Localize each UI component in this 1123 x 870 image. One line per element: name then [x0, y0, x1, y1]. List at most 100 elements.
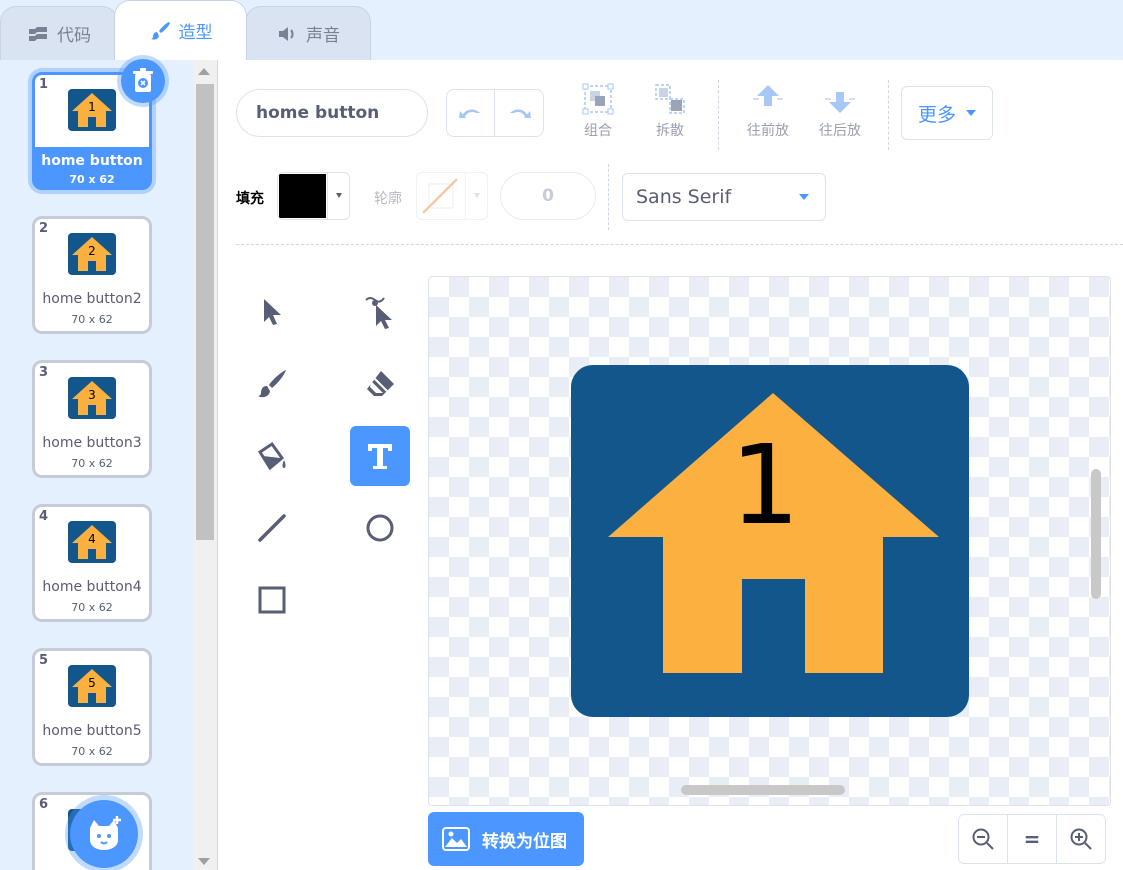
outline-dropdown[interactable] [465, 173, 487, 219]
costume-name: home button3 [42, 435, 142, 451]
costume-number: 2 [39, 221, 49, 236]
more-button[interactable]: 更多 [901, 86, 993, 140]
fill-tool[interactable] [242, 426, 302, 486]
drawing-canvas[interactable]: 1 [428, 276, 1111, 806]
home-thumbnail-icon: 5 [68, 665, 116, 707]
group-button[interactable]: 组合 [568, 82, 628, 146]
line-tool[interactable] [242, 498, 302, 558]
arrow-down-icon [825, 92, 855, 113]
svg-text:5: 5 [88, 676, 96, 690]
select-tool[interactable] [242, 282, 302, 342]
font-select[interactable]: Sans Serif [622, 173, 826, 221]
svg-text:1: 1 [88, 100, 96, 114]
image-icon [442, 827, 470, 851]
zoom-in-icon [1070, 828, 1092, 850]
undo-redo-group [446, 89, 544, 137]
text-tool[interactable] [350, 426, 410, 486]
toolbar-divider [718, 80, 719, 150]
home-thumbnail-icon: 2 [68, 233, 116, 275]
redo-button[interactable] [495, 90, 543, 136]
no-outline-icon [422, 178, 458, 214]
arrow-pointer-icon [264, 299, 281, 325]
costume-dimensions: 70 x 62 [71, 745, 113, 758]
paintbrush-icon [258, 370, 286, 398]
fill-dropdown[interactable] [327, 173, 349, 219]
cat-plus-icon [90, 816, 121, 850]
add-costume-button[interactable] [70, 800, 138, 868]
more-label: 更多 [917, 103, 956, 126]
outline-color-picker[interactable] [416, 172, 488, 220]
svg-text:4: 4 [88, 532, 96, 546]
costume-list-scroll-thumb[interactable] [196, 84, 214, 540]
line-icon [258, 514, 286, 542]
forward-label: 往前放 [747, 123, 789, 139]
ungroup-label: 拆散 [656, 123, 684, 139]
eraser-tool[interactable] [350, 354, 410, 414]
chevron-down-icon [336, 193, 342, 198]
costume-dimensions: 70 x 62 [71, 601, 113, 614]
fill-color-picker[interactable] [277, 172, 350, 220]
canvas-vertical-scrollbar[interactable] [1091, 469, 1101, 599]
delete-costume-button[interactable] [121, 59, 165, 103]
costume-number: 1 [39, 77, 49, 92]
group-label: 组合 [584, 123, 612, 139]
brush-icon [150, 21, 170, 40]
canvas-horizontal-scrollbar[interactable] [681, 785, 845, 795]
scroll-down-arrow-icon[interactable] [198, 858, 210, 865]
svg-text:2: 2 [88, 244, 96, 258]
editor-tabs: 代码 造型 声音 [0, 0, 1123, 60]
home-thumbnail-icon: 3 [68, 377, 116, 419]
circle-tool[interactable] [350, 498, 410, 558]
tab-costumes-label: 造型 [178, 23, 213, 43]
tab-code-label: 代码 [57, 26, 91, 46]
toolbar-divider [236, 244, 1123, 245]
outline-width-input[interactable] [500, 172, 596, 220]
tab-sounds-label: 声音 [306, 26, 340, 46]
zoom-reset-button[interactable]: = [1007, 815, 1056, 863]
chevron-down-icon [474, 193, 480, 198]
zoom-reset-label: = [1023, 827, 1041, 851]
artwork-text: 1 [730, 421, 800, 549]
eraser-icon [367, 371, 394, 396]
costume-list: 1 1 home button 70 x 62 2 2 home button2… [0, 60, 218, 870]
backward-button[interactable]: 往后放 [810, 82, 870, 146]
rectangle-icon [258, 586, 286, 614]
costume-dimensions: 70 x 62 [69, 173, 115, 186]
costume-item-5[interactable]: 5 5 home button5 70 x 62 [32, 648, 152, 766]
toolbar-divider [888, 80, 889, 150]
undo-button[interactable] [447, 90, 496, 136]
costume-item-2[interactable]: 2 2 home button2 70 x 62 [32, 216, 152, 334]
home-button-artwork[interactable]: 1 [571, 365, 969, 717]
costume-item-4[interactable]: 4 4 home button4 70 x 62 [32, 504, 152, 622]
convert-to-bitmap-button[interactable]: 转换为位图 [428, 812, 584, 866]
brush-tool[interactable] [242, 354, 302, 414]
tab-code[interactable]: 代码 [0, 6, 118, 60]
ungroup-icon [655, 84, 685, 114]
toolbar-divider [608, 164, 609, 230]
chevron-down-icon [799, 194, 809, 200]
fill-label: 填充 [236, 191, 264, 207]
scroll-up-arrow-icon[interactable] [198, 68, 210, 75]
circle-icon [366, 514, 394, 542]
reshape-icon [365, 297, 392, 329]
zoom-in-button[interactable] [1056, 815, 1105, 863]
tab-costumes[interactable]: 造型 [114, 0, 247, 60]
ungroup-button[interactable]: 拆散 [640, 82, 700, 146]
costume-number: 4 [39, 509, 49, 524]
rectangle-tool[interactable] [242, 570, 302, 630]
reshape-tool[interactable] [350, 282, 410, 342]
tab-sounds[interactable]: 声音 [245, 6, 371, 60]
forward-button[interactable]: 往前放 [738, 82, 798, 146]
paint-bucket-icon [257, 441, 286, 471]
costume-dimensions: 70 x 62 [71, 313, 113, 326]
chevron-down-icon [966, 110, 976, 116]
home-thumbnail-icon: 1 [68, 89, 116, 131]
costume-number: 5 [39, 653, 49, 668]
fill-color-swatch[interactable] [279, 174, 326, 218]
costume-item-3[interactable]: 3 3 home button3 70 x 62 [32, 360, 152, 478]
zoom-out-button[interactable] [959, 815, 1007, 863]
zoom-controls: = [958, 814, 1106, 864]
convert-to-bitmap-label: 转换为位图 [482, 831, 567, 852]
costume-name-input[interactable] [236, 89, 428, 137]
text-t-icon [368, 444, 392, 469]
